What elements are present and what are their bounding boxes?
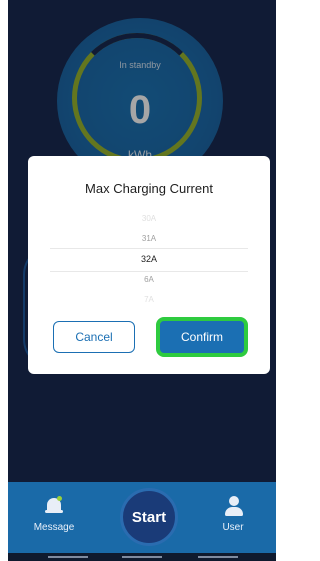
tab-user-label: User (222, 522, 244, 533)
picker-divider (50, 248, 248, 249)
tab-user[interactable]: User (203, 496, 263, 533)
nav-recents-indicator[interactable] (198, 556, 238, 558)
user-icon (224, 496, 243, 518)
app-screen: In standby 0 kWh Max Charging Current 30… (8, 0, 276, 561)
tab-message-label: Message (33, 522, 75, 533)
picker-option[interactable]: 31A (50, 234, 248, 243)
picker-option-selected[interactable]: 32A (50, 254, 248, 264)
picker-option[interactable]: 30A (50, 214, 248, 223)
tab-message[interactable]: Message (24, 496, 84, 533)
bell-icon (45, 496, 63, 518)
nav-back-indicator[interactable] (48, 556, 88, 558)
start-button[interactable]: Start (120, 488, 178, 546)
nav-home-indicator[interactable] (122, 556, 162, 558)
dialog-title: Max Charging Current (85, 181, 213, 196)
max-current-dialog: Max Charging Current 30A 31A 32A 6A 7A C… (28, 156, 270, 374)
current-picker[interactable]: 30A 31A 32A 6A 7A (50, 208, 248, 308)
picker-option[interactable]: 6A (50, 275, 248, 284)
cancel-button[interactable]: Cancel (53, 321, 135, 353)
picker-divider (50, 271, 248, 272)
confirm-button[interactable]: Confirm (156, 317, 248, 357)
picker-option[interactable]: 7A (50, 295, 248, 304)
